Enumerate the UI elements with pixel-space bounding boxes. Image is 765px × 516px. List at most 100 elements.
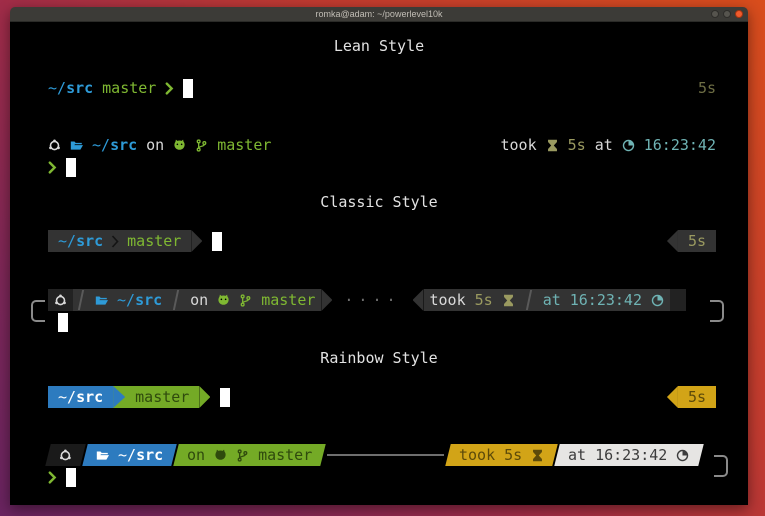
dir-name: src bbox=[110, 136, 137, 154]
terminal-cursor bbox=[183, 79, 193, 98]
git-segment: on master bbox=[173, 444, 326, 466]
on-label: on bbox=[146, 136, 164, 154]
git-branch-name: master bbox=[135, 388, 189, 406]
command-duration: 5s bbox=[698, 79, 716, 97]
github-octocat-icon bbox=[173, 139, 186, 152]
git-branch-name: master bbox=[261, 291, 315, 309]
rainbow-prompt-twoline: ~/ src on bbox=[10, 444, 748, 488]
window-titlebar[interactable]: romka@adam: ~/powerlevel10k bbox=[10, 7, 748, 22]
right-segment-group: took 5s at 16:23:42 bbox=[445, 444, 703, 466]
duration-segment: took 5s bbox=[424, 289, 521, 311]
time-segment: at 16:23:42 bbox=[537, 289, 670, 311]
command-duration: 5s bbox=[688, 388, 706, 406]
terminal-window: romka@adam: ~/powerlevel10k Lean Style ~… bbox=[10, 7, 748, 505]
rainbow-prompt-oneline: ~/ src master 5s bbox=[10, 386, 748, 408]
terminal-cursor bbox=[66, 468, 76, 487]
rainbow-twoline-bottom bbox=[10, 466, 748, 488]
duration-segment: 5s bbox=[678, 230, 716, 252]
dir-name: src bbox=[135, 291, 162, 309]
folder-icon bbox=[96, 449, 109, 462]
slanted-separator bbox=[173, 290, 179, 310]
classic-prompt-oneline: ~/ src master 5s bbox=[10, 230, 748, 252]
dir-prefix: ~/ bbox=[117, 291, 135, 309]
lean-prompt-oneline: ~/ src master 5s bbox=[10, 77, 748, 99]
hourglass-icon bbox=[531, 449, 544, 462]
hourglass-icon bbox=[546, 139, 559, 152]
maximize-button[interactable] bbox=[723, 10, 731, 18]
folder-icon bbox=[95, 294, 108, 307]
git-branch-name: master bbox=[102, 79, 156, 97]
dir-name: src bbox=[136, 446, 163, 464]
git-branch-icon bbox=[236, 449, 249, 462]
powerline-arrow-left bbox=[413, 289, 424, 311]
dir-name: src bbox=[76, 388, 103, 406]
hourglass-icon bbox=[502, 294, 515, 307]
gap-fill-dots: ···· bbox=[332, 291, 412, 309]
rainbow-twoline-top: ~/ src on bbox=[10, 444, 748, 466]
duration-content: took 5s bbox=[459, 446, 544, 464]
time-content: at 16:23:42 bbox=[568, 446, 689, 464]
prompt-chevron-icon bbox=[165, 82, 174, 95]
clock-icon bbox=[622, 139, 635, 152]
took-label: took bbox=[459, 446, 495, 464]
terminal-cursor bbox=[58, 313, 68, 332]
dir-prefix: ~/ bbox=[58, 232, 76, 250]
git-segment: master bbox=[125, 386, 199, 408]
github-octocat-icon bbox=[217, 294, 230, 307]
current-time: 16:23:42 bbox=[595, 446, 667, 464]
dir-content: ~/ src bbox=[96, 446, 163, 464]
window-buttons bbox=[711, 7, 743, 21]
dir-git-segment: ~/ src master bbox=[48, 230, 191, 252]
window-title: romka@adam: ~/powerlevel10k bbox=[316, 7, 443, 21]
dir-prefix: ~/ bbox=[118, 446, 136, 464]
folder-icon bbox=[70, 139, 83, 152]
at-label: at bbox=[568, 446, 586, 464]
dir-prefix: ~/ bbox=[92, 136, 110, 154]
current-time: 16:23:42 bbox=[570, 291, 642, 309]
terminal-cursor bbox=[220, 388, 230, 407]
terminal-screen[interactable]: Lean Style ~/ src master 5s ~/ bbox=[10, 22, 748, 505]
command-duration: 5s bbox=[475, 291, 493, 309]
os-segment bbox=[48, 289, 73, 311]
on-label: on bbox=[190, 291, 208, 309]
terminal-cursor bbox=[212, 232, 222, 251]
at-label: at bbox=[543, 291, 561, 309]
os-segment bbox=[45, 444, 85, 466]
git-branch-name: master bbox=[127, 232, 181, 250]
left-segment-bar: ~/ src on master bbox=[48, 289, 321, 311]
segment-separator-icon bbox=[111, 234, 119, 249]
classic-prompt-twoline: ~/ src on master bbox=[10, 289, 748, 333]
section-heading-classic: Classic Style bbox=[10, 192, 748, 212]
command-duration: 5s bbox=[688, 232, 706, 250]
section-heading-lean: Lean Style bbox=[10, 22, 748, 56]
git-branch-name: master bbox=[217, 136, 271, 154]
command-duration: 5s bbox=[568, 136, 586, 154]
slanted-separator bbox=[78, 290, 84, 310]
right-segment-bar: took 5s at 16:23:42 bbox=[424, 289, 687, 311]
prompt-chevron-icon bbox=[48, 471, 57, 484]
terminal-cursor bbox=[66, 158, 76, 177]
powerline-arrow-right bbox=[191, 230, 202, 252]
ubuntu-os-icon bbox=[48, 139, 61, 152]
github-octocat-icon bbox=[214, 449, 227, 462]
time-segment: at 16:23:42 bbox=[554, 444, 703, 466]
dir-name: src bbox=[76, 232, 103, 250]
lean-prompt-twoline-top: ~/ src on master took 5s at bbox=[10, 134, 748, 156]
git-branch-icon bbox=[195, 139, 208, 152]
git-branch-name: master bbox=[258, 446, 312, 464]
section-heading-rainbow: Rainbow Style bbox=[10, 348, 748, 368]
classic-twoline-bottom bbox=[10, 311, 748, 333]
current-time: 16:23:42 bbox=[644, 136, 716, 154]
minimize-button[interactable] bbox=[711, 10, 719, 18]
close-button[interactable] bbox=[735, 10, 743, 18]
clock-icon bbox=[651, 294, 664, 307]
dir-segment: ~/ src bbox=[48, 386, 113, 408]
duration-segment: took 5s bbox=[445, 444, 558, 466]
took-label: took bbox=[430, 291, 466, 309]
ubuntu-os-icon bbox=[59, 449, 72, 462]
on-label: on bbox=[187, 446, 205, 464]
dir-prefix: ~/ bbox=[48, 79, 66, 97]
lean-prompt-twoline-bottom bbox=[10, 156, 748, 178]
classic-twoline-top: ~/ src on master bbox=[10, 289, 748, 311]
git-segment: on master bbox=[184, 289, 321, 311]
